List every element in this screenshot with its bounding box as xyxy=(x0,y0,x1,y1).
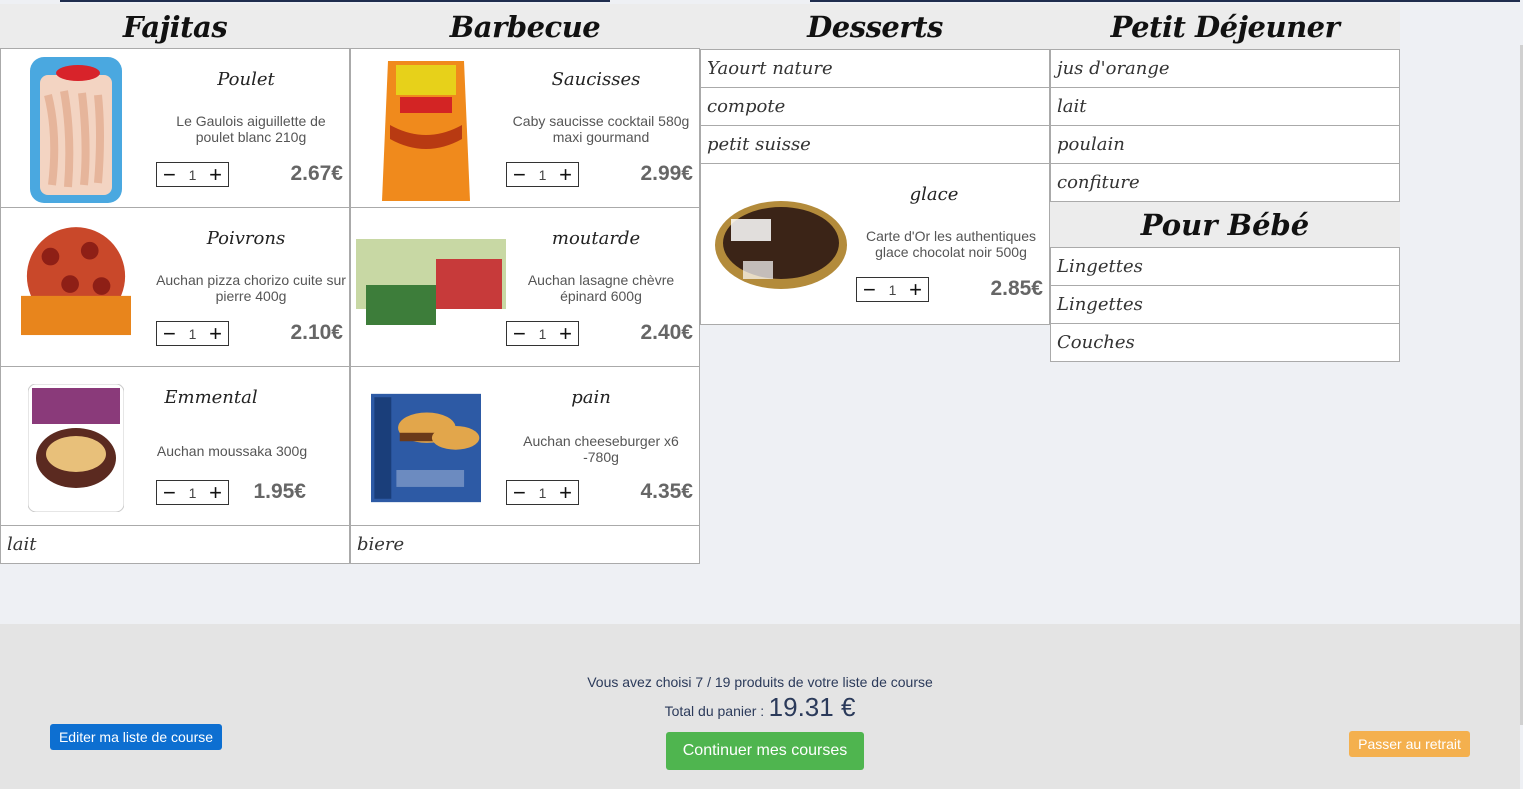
product-description: Auchan cheeseburger x6 -780g xyxy=(523,433,679,465)
plus-icon[interactable]: + xyxy=(209,163,222,185)
quantity-stepper[interactable]: − 1 + xyxy=(156,162,229,187)
plus-icon[interactable]: + xyxy=(559,481,572,503)
quantity-stepper[interactable]: − 1 + xyxy=(506,480,579,505)
product-name: moutarde xyxy=(551,228,641,249)
quantity-value: 1 xyxy=(888,281,897,298)
cheeseburger-box-image xyxy=(371,375,481,521)
minus-icon[interactable]: − xyxy=(163,481,176,503)
product-price: 1.95€ xyxy=(253,480,306,503)
list-item[interactable]: Lingettes xyxy=(1050,285,1400,324)
column-title: Desserts xyxy=(700,4,1050,49)
quantity-value: 1 xyxy=(538,484,547,501)
minus-icon[interactable]: − xyxy=(163,322,176,344)
minus-icon[interactable]: − xyxy=(513,322,526,344)
column-title: Petit Déjeuner xyxy=(1050,4,1400,49)
list-item[interactable]: Lingettes xyxy=(1050,247,1400,286)
ice-cream-tub-image xyxy=(713,172,849,318)
cart-footer: Vous avez choisi 7 / 19 produits de votr… xyxy=(0,624,1520,789)
plus-icon[interactable]: + xyxy=(209,322,222,344)
column-petit-dejeuner: Petit Déjeuner jus d'orange lait poulain… xyxy=(1050,4,1400,362)
column-desserts: Desserts Yaourt nature compote petit sui… xyxy=(700,4,1050,325)
list-item[interactable]: Yaourt nature xyxy=(700,49,1050,88)
quantity-stepper[interactable]: − 1 + xyxy=(156,321,229,346)
product-description: Auchan lasagne chèvre épinard 600g xyxy=(527,272,675,304)
product-description: Le Gaulois aiguillette de poulet blanc 2… xyxy=(176,113,326,145)
total-label: Total du panier : xyxy=(664,703,765,719)
lasagna-box-image xyxy=(356,216,506,362)
plus-icon[interactable]: + xyxy=(209,481,222,503)
product-card: Poivrons Auchan pizza chorizo cuite sur … xyxy=(0,207,350,367)
plus-icon[interactable]: + xyxy=(559,322,572,344)
chicken-pack-image xyxy=(21,57,131,203)
product-name: Emmental xyxy=(164,387,258,408)
quantity-stepper[interactable]: − 1 + xyxy=(156,480,229,505)
list-item[interactable]: Couches xyxy=(1050,323,1400,362)
product-price: 2.85€ xyxy=(990,277,1043,300)
product-name: Poivrons xyxy=(206,228,286,249)
product-name: pain xyxy=(571,387,611,408)
product-description: Carte d'Or les authentiques glace chocol… xyxy=(866,228,1036,260)
product-name: glace xyxy=(909,184,959,205)
column-title: Barbecue xyxy=(350,4,700,49)
quantity-stepper[interactable]: − 1 + xyxy=(506,321,579,346)
product-description: Caby saucisse cocktail 580g maxi gourman… xyxy=(512,113,690,145)
product-card: Poulet Le Gaulois aiguillette de poulet … xyxy=(0,48,350,208)
product-price: 2.99€ xyxy=(640,162,693,185)
product-card: pain Auchan cheeseburger x6 -780g − 1 + … xyxy=(350,366,700,526)
checkout-button[interactable]: Passer au retrait xyxy=(1349,731,1470,757)
product-price: 2.40€ xyxy=(640,321,693,344)
list-item[interactable]: petit suisse xyxy=(700,125,1050,164)
list-item[interactable]: jus d'orange xyxy=(1050,49,1400,88)
top-accent-bar xyxy=(60,0,610,2)
quantity-stepper[interactable]: − 1 + xyxy=(856,277,929,302)
selection-summary: Vous avez choisi 7 / 19 produits de votr… xyxy=(587,674,933,690)
pizza-box-image xyxy=(21,216,131,362)
product-card: moutarde Auchan lasagne chèvre épinard 6… xyxy=(350,207,700,367)
quantity-value: 1 xyxy=(538,166,547,183)
product-card: glace Carte d'Or les authentiques glace … xyxy=(700,163,1050,325)
sausage-bag-image xyxy=(371,57,481,203)
minus-icon[interactable]: − xyxy=(163,163,176,185)
list-item[interactable]: lait xyxy=(0,525,350,564)
quantity-value: 1 xyxy=(188,325,197,342)
quantity-stepper[interactable]: − 1 + xyxy=(506,162,579,187)
list-item[interactable]: poulain xyxy=(1050,125,1400,164)
minus-icon[interactable]: − xyxy=(513,163,526,185)
quantity-value: 1 xyxy=(538,325,547,342)
product-card: Emmental Auchan moussaka 300g − 1 + 1.95… xyxy=(0,366,350,526)
product-description: Auchan pizza chorizo cuite sur pierre 40… xyxy=(156,272,346,304)
product-description: Auchan moussaka 300g xyxy=(156,443,308,459)
product-price: 2.10€ xyxy=(290,321,343,344)
product-name: Poulet xyxy=(217,69,275,90)
total-value: 19.31 € xyxy=(768,692,856,722)
section-title-pour-bebe: Pour Bébé xyxy=(1050,202,1400,247)
plus-icon[interactable]: + xyxy=(909,278,922,300)
quantity-value: 1 xyxy=(188,484,197,501)
top-accent-bar xyxy=(810,0,1520,2)
cart-total: Total du panier : 19.31 € xyxy=(0,692,1520,723)
minus-icon[interactable]: − xyxy=(863,278,876,300)
edit-list-button[interactable]: Editer ma liste de course xyxy=(50,724,222,750)
product-name: Saucisses xyxy=(551,69,641,90)
column-title: Fajitas xyxy=(0,4,350,49)
moussaka-box-image xyxy=(21,375,131,521)
product-price: 4.35€ xyxy=(640,480,693,503)
product-price: 2.67€ xyxy=(290,162,343,185)
column-fajitas: Fajitas Poulet Le Gaulois aiguillette de… xyxy=(0,4,350,564)
plus-icon[interactable]: + xyxy=(559,163,572,185)
minus-icon[interactable]: − xyxy=(513,481,526,503)
list-item[interactable]: lait xyxy=(1050,87,1400,126)
list-item[interactable]: confiture xyxy=(1050,163,1400,202)
quantity-value: 1 xyxy=(188,166,197,183)
column-barbecue: Barbecue Saucisses Caby saucisse cocktai… xyxy=(350,4,700,564)
list-item[interactable]: biere xyxy=(350,525,700,564)
continue-shopping-button[interactable]: Continuer mes courses xyxy=(666,732,864,770)
product-card: Saucisses Caby saucisse cocktail 580g ma… xyxy=(350,48,700,208)
list-item[interactable]: compote xyxy=(700,87,1050,126)
